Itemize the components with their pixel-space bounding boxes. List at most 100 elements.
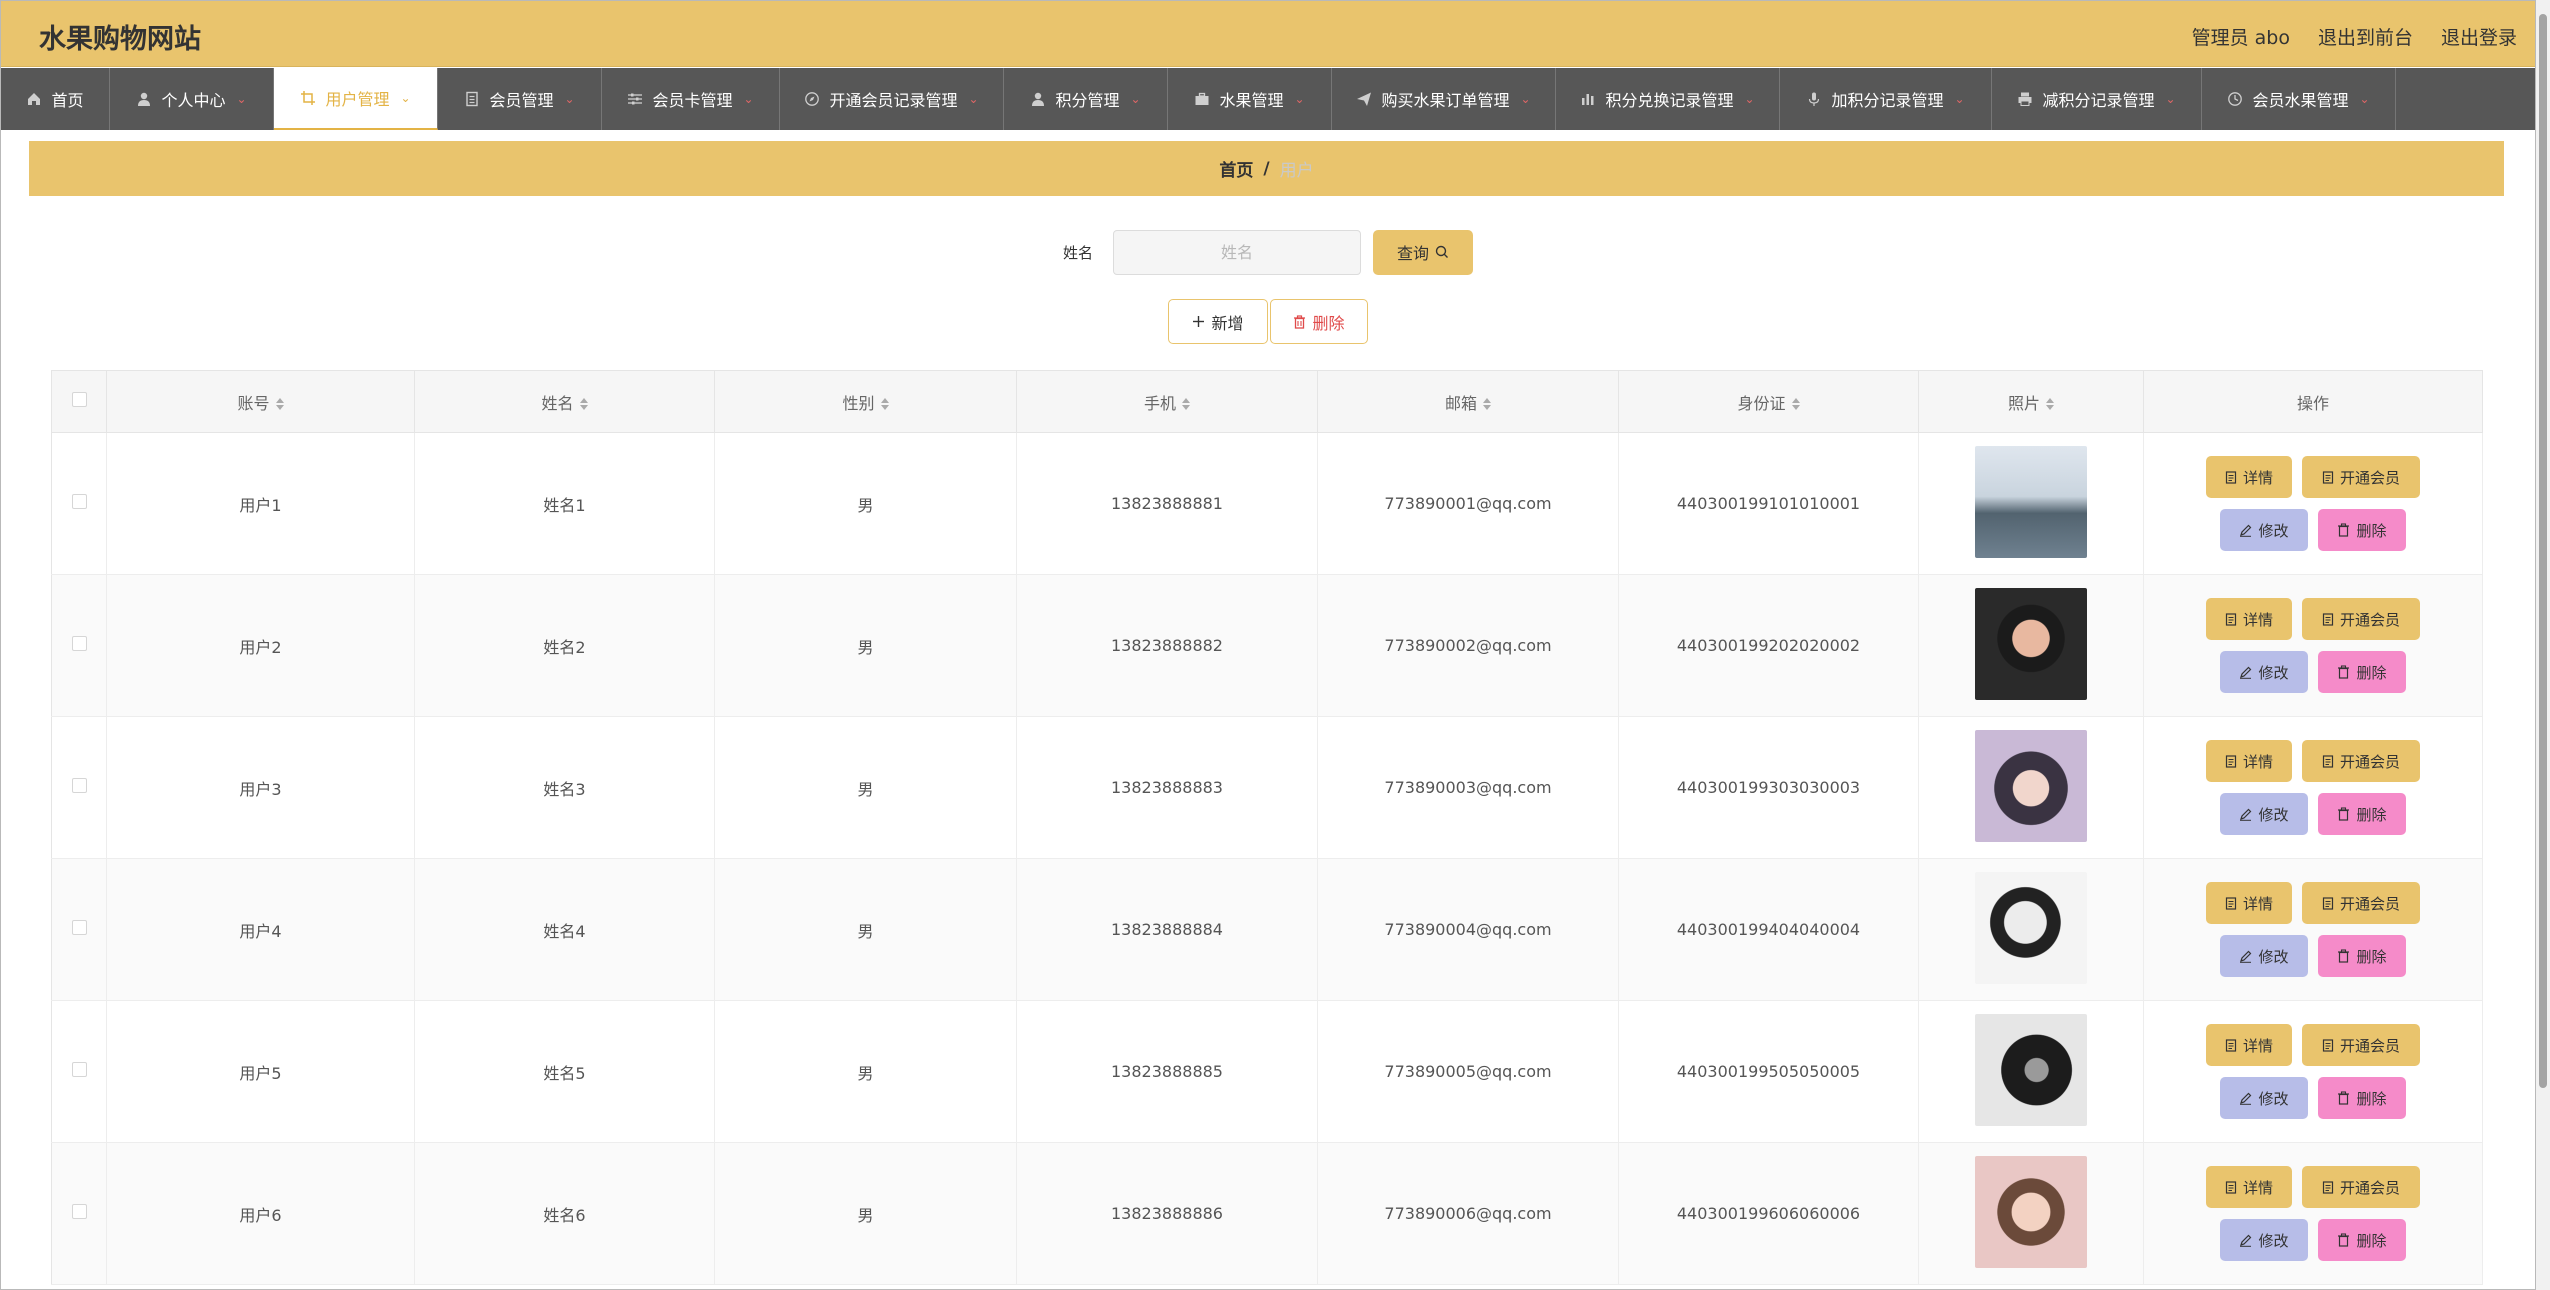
row-delete-button[interactable]: 删除 [2318, 1219, 2406, 1261]
nav-item-label: 用户管理 [325, 90, 390, 109]
sort-icon[interactable] [880, 398, 889, 410]
nav-item-3[interactable]: 用户管理 ⌄ [274, 68, 438, 130]
detail-button[interactable]: 详情 [2206, 740, 2292, 782]
add-button-label: 新增 [1211, 313, 1244, 333]
nav-item-10[interactable]: 积分兑换记录管理 ⌄ [1556, 68, 1780, 130]
nav-item-9[interactable]: 购买水果订单管理 ⌄ [1332, 68, 1556, 130]
user-photo [1975, 445, 2087, 558]
detail-button[interactable]: 详情 [2206, 882, 2292, 924]
row-checkbox[interactable] [71, 636, 87, 651]
column-header-id-card[interactable]: 身份证 [1618, 370, 1919, 433]
document-icon [466, 91, 479, 107]
column-header-photo[interactable]: 照片 [1918, 370, 2144, 433]
sort-icon[interactable] [1483, 398, 1491, 410]
document-icon [2322, 754, 2334, 768]
nav-item-13[interactable]: 会员水果管理 ⌄ [2202, 68, 2396, 130]
cell-phone: 13823888883 [1016, 716, 1318, 859]
sort-icon[interactable] [1791, 398, 1800, 410]
nav-item-8[interactable]: 水果管理 ⌄ [1168, 68, 1332, 130]
nav-item-7[interactable]: 积分管理 ⌄ [1004, 68, 1168, 130]
cell-email: 773890006@qq.com [1317, 1142, 1619, 1285]
edit-button[interactable]: 修改 [2220, 1219, 2308, 1261]
row-checkbox[interactable] [71, 778, 87, 793]
back-to-front-link[interactable]: 退出到前台 [2318, 23, 2413, 50]
cell-phone: 13823888885 [1016, 1000, 1318, 1143]
document-icon [2322, 470, 2334, 484]
row-checkbox[interactable] [71, 494, 87, 509]
open-member-button[interactable]: 开通会员 [2302, 598, 2420, 640]
nav-item-4[interactable]: 会员管理 ⌄ [438, 68, 602, 130]
row-delete-label: 删除 [2356, 521, 2387, 540]
cell-email: 773890002@qq.com [1317, 574, 1619, 717]
pencil-icon [2240, 1234, 2252, 1247]
row-checkbox[interactable] [71, 920, 87, 935]
chevron-down-icon: ⌄ [400, 91, 411, 105]
nav-item-label: 购买水果订单管理 [1381, 91, 1510, 110]
edit-button[interactable]: 修改 [2220, 1077, 2308, 1119]
query-button[interactable]: 查询 [1373, 229, 1473, 275]
open-member-button[interactable]: 开通会员 [2302, 456, 2420, 498]
cell-email: 773890001@qq.com [1317, 432, 1619, 575]
cell-value: 男 [857, 779, 874, 799]
cell-value: 13823888881 [1111, 494, 1223, 513]
row-delete-button[interactable]: 删除 [2318, 793, 2406, 835]
detail-button[interactable]: 详情 [2206, 456, 2292, 498]
edit-button[interactable]: 修改 [2220, 651, 2308, 693]
column-header-gender[interactable]: 性别 [714, 370, 1017, 433]
document-icon [2225, 896, 2237, 910]
nav-item-label: 个人中心 [161, 91, 226, 110]
cell-value: 姓名6 [543, 1205, 586, 1225]
column-header-phone[interactable]: 手机 [1016, 370, 1318, 433]
detail-button[interactable]: 详情 [2206, 598, 2292, 640]
open-member-button[interactable]: 开通会员 [2302, 1024, 2420, 1066]
add-button[interactable]: 新增 [1168, 299, 1268, 344]
cell-id-card: 440300199101010001 [1618, 432, 1919, 575]
cell-value: 男 [857, 1063, 874, 1083]
open-member-button[interactable]: 开通会员 [2302, 882, 2420, 924]
row-delete-button[interactable]: 删除 [2318, 651, 2406, 693]
open-member-button[interactable]: 开通会员 [2302, 1166, 2420, 1208]
nav-item-5[interactable]: 会员卡管理 ⌄ [602, 68, 780, 130]
edit-button[interactable]: 修改 [2220, 935, 2308, 977]
nav-item-label: 积分兑换记录管理 [1605, 91, 1734, 110]
column-header-label: 手机 [1143, 393, 1176, 413]
nav-item-11[interactable]: 加积分记录管理 ⌄ [1780, 68, 1992, 130]
nav-item-2[interactable]: 个人中心 ⌄ [110, 68, 274, 130]
cell-value: 773890004@qq.com [1384, 920, 1552, 939]
column-header-account[interactable]: 账号 [106, 370, 415, 433]
sort-icon[interactable] [2046, 398, 2054, 410]
search-input[interactable] [1113, 229, 1361, 275]
detail-button[interactable]: 详情 [2206, 1024, 2292, 1066]
row-checkbox[interactable] [71, 1204, 87, 1219]
cell-gender: 男 [714, 1000, 1017, 1143]
nav-item-1[interactable]: 首页 [1, 68, 110, 130]
edit-button[interactable]: 修改 [2220, 793, 2308, 835]
select-all-checkbox[interactable] [71, 392, 87, 407]
cell-value: 用户2 [239, 637, 282, 657]
row-delete-button[interactable]: 删除 [2318, 1077, 2406, 1119]
sort-icon[interactable] [275, 398, 284, 410]
sort-icon[interactable] [1182, 398, 1190, 410]
sort-icon[interactable] [579, 398, 588, 410]
column-header-label: 操作 [2296, 393, 2329, 413]
scrollbar-thumb[interactable] [2539, 14, 2547, 1088]
batch-delete-button[interactable]: 删除 [1270, 299, 1368, 344]
breadcrumb-home[interactable]: 首页 [1219, 156, 1253, 181]
detail-button[interactable]: 详情 [2206, 1166, 2292, 1208]
row-delete-button[interactable]: 删除 [2318, 509, 2406, 551]
edit-button[interactable]: 修改 [2220, 509, 2308, 551]
nav-item-12[interactable]: 减积分记录管理 ⌄ [1992, 68, 2202, 130]
nav-item-label: 开通会员记录管理 [829, 91, 958, 110]
document-icon [2322, 1038, 2334, 1052]
column-header-email[interactable]: 邮箱 [1317, 370, 1619, 433]
row-checkbox[interactable] [71, 1062, 87, 1077]
logout-link[interactable]: 退出登录 [2441, 23, 2517, 50]
column-header-name[interactable]: 姓名 [414, 370, 715, 433]
open-member-button[interactable]: 开通会员 [2302, 740, 2420, 782]
chevron-down-icon: ⌄ [1954, 92, 1965, 106]
cell-value: 姓名1 [543, 495, 586, 515]
nav-item-6[interactable]: 开通会员记录管理 ⌄ [780, 68, 1004, 130]
cell-phone: 13823888886 [1016, 1142, 1318, 1285]
row-delete-button[interactable]: 删除 [2318, 935, 2406, 977]
row-select-cell [51, 716, 107, 859]
